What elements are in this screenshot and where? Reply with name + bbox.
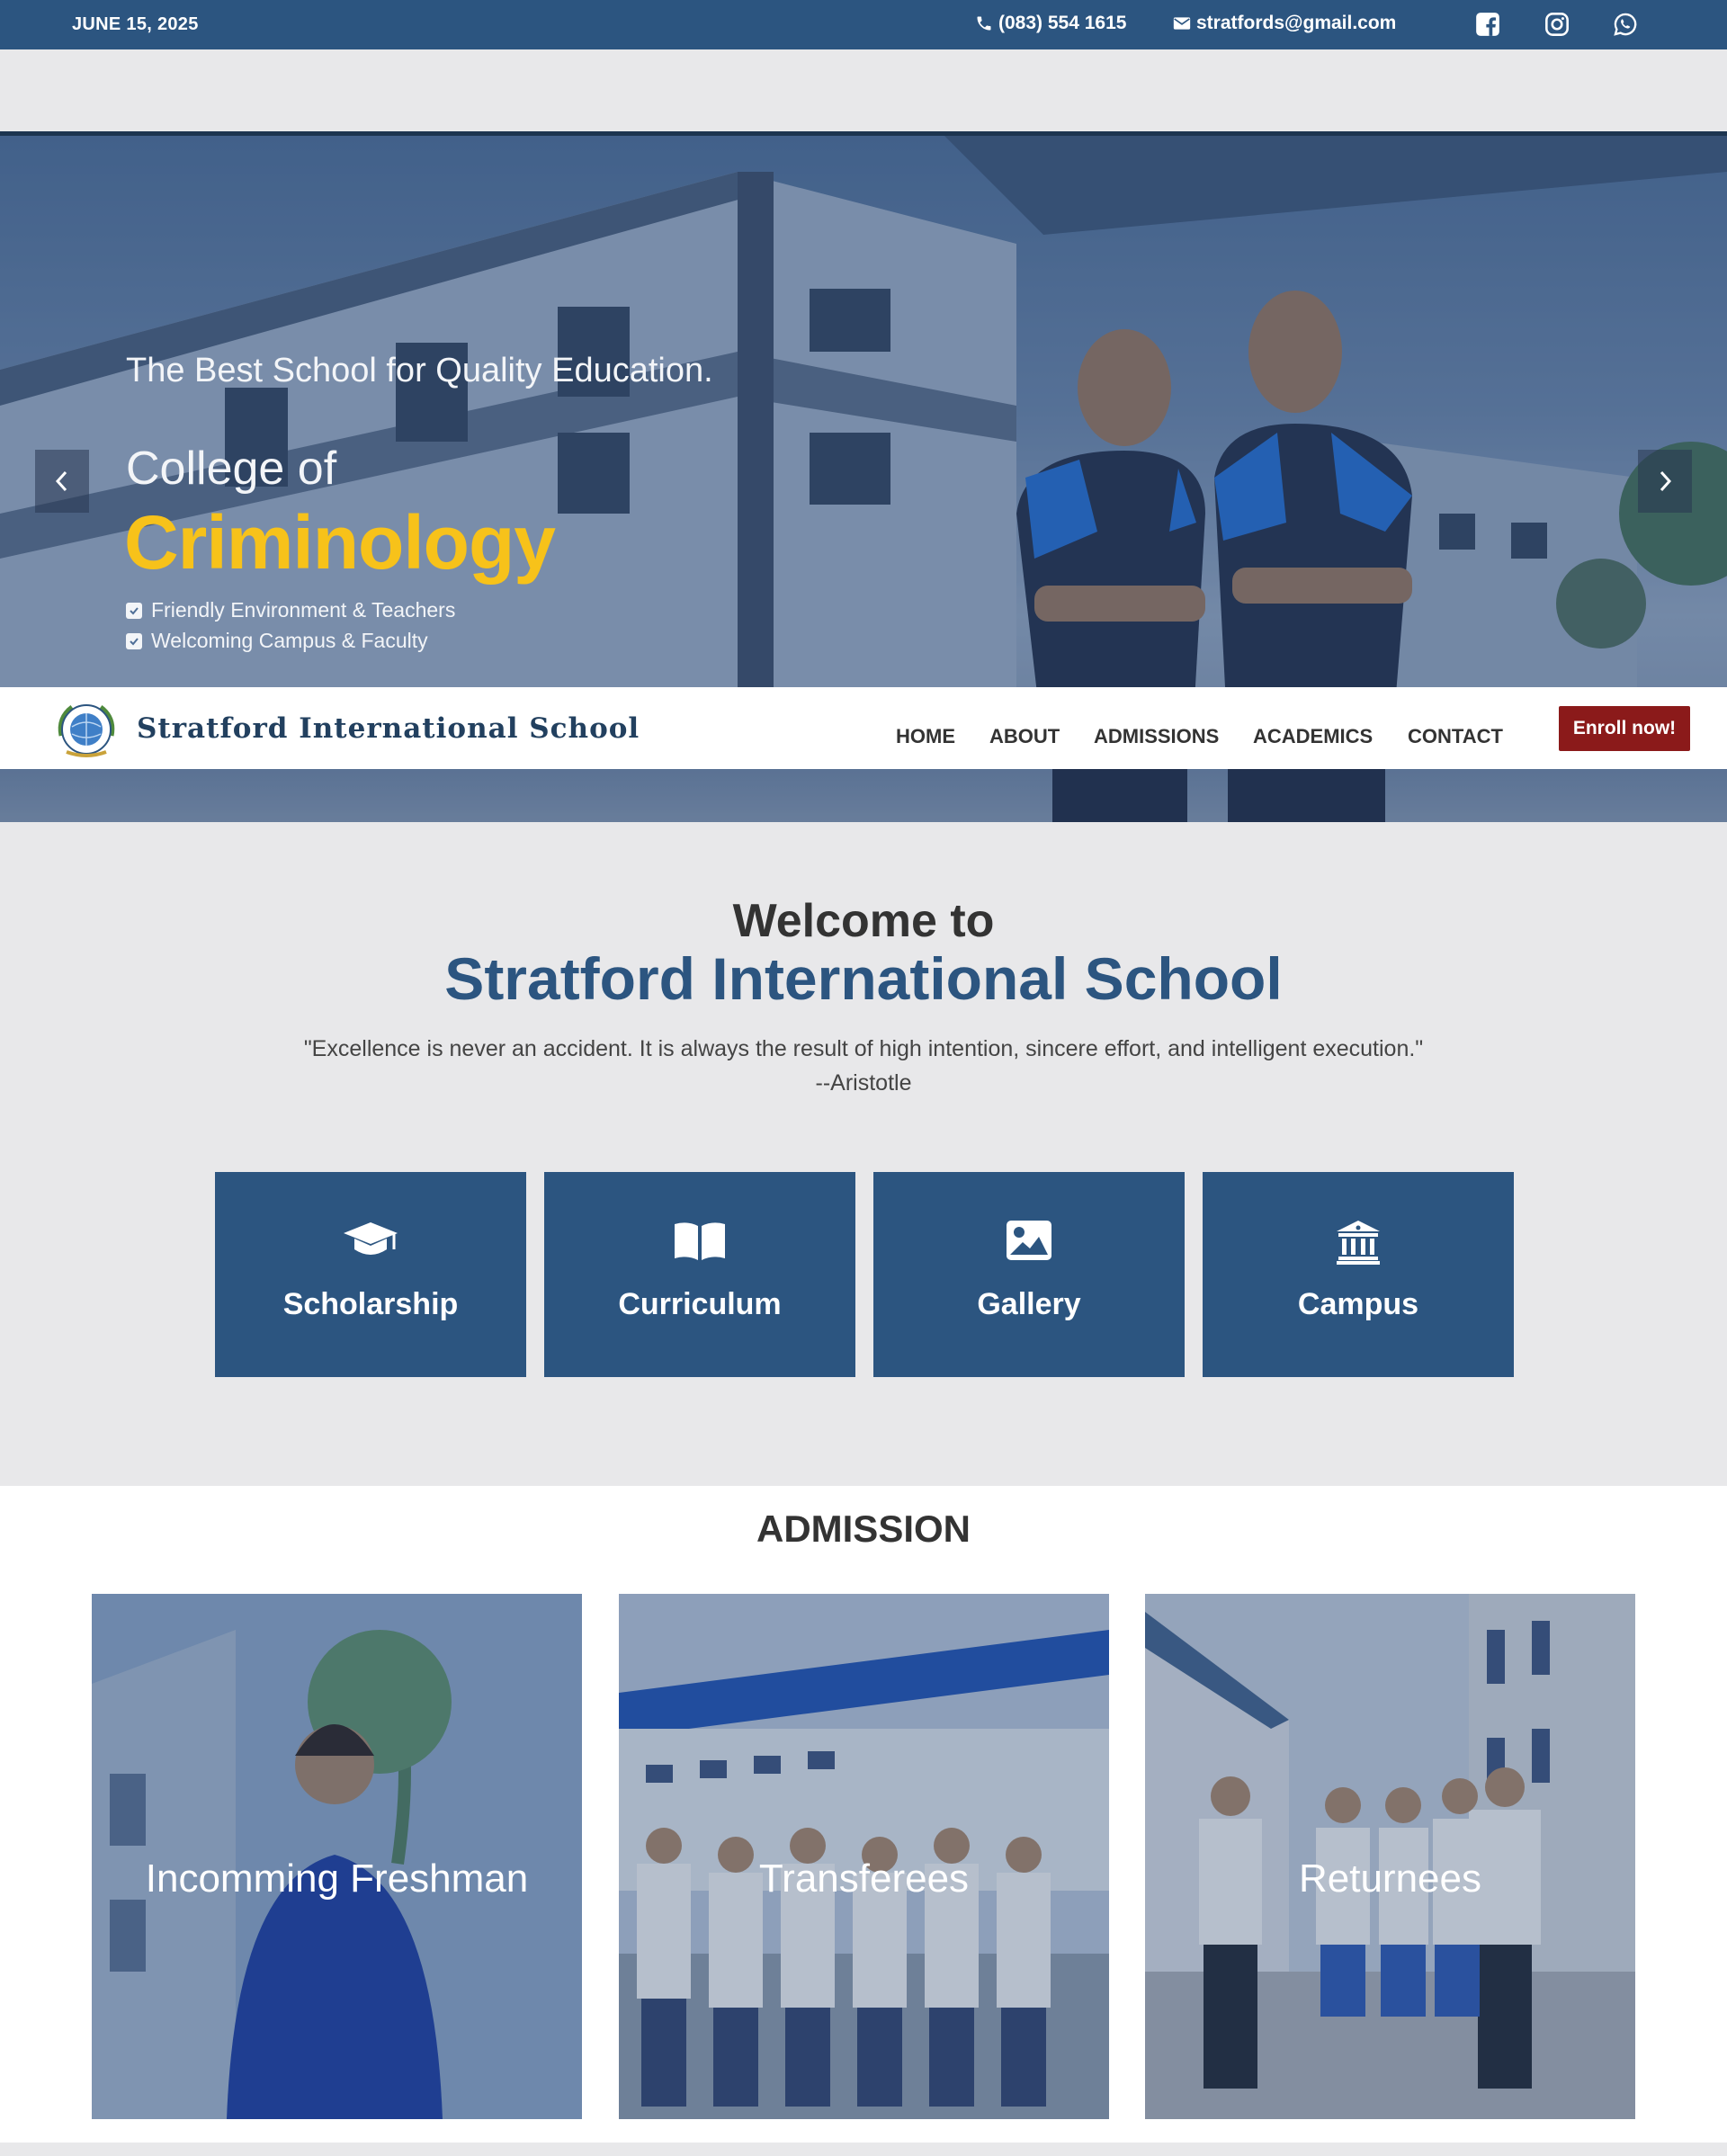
admission-card-label: Transferees (758, 1856, 970, 1901)
phone-link[interactable]: (083) 554 1615 (975, 13, 1126, 34)
phone-icon (977, 16, 991, 31)
slider-prev-button[interactable] (35, 450, 89, 513)
welcome-subtitle: Welcome to (732, 895, 995, 947)
feature-card-label: Curriculum (618, 1287, 782, 1321)
feature-card-gallery[interactable]: Gallery (873, 1172, 1185, 1377)
chevron-left-icon (55, 470, 67, 492)
header-spacer (0, 49, 1727, 131)
main-navigation: Stratford International School HOME ABOU… (0, 687, 1727, 769)
top-bar: JUNE 15, 2025 (083) 554 1615 stratfords@… (0, 0, 1727, 49)
footer-spacer (0, 2143, 1727, 2156)
nav-about[interactable]: ABOUT (989, 725, 1060, 748)
feature-card-campus[interactable]: Campus (1203, 1172, 1514, 1377)
nav-academics[interactable]: ACADEMICS (1253, 725, 1373, 748)
nav-contact[interactable]: CONTACT (1408, 725, 1503, 748)
hero-feature-item: Welcoming Campus & Faculty (126, 629, 428, 653)
phone-number: (083) 554 1615 (998, 13, 1127, 33)
email-address: stratfords@gmail.com (1196, 13, 1397, 33)
envelope-icon (1173, 17, 1191, 30)
checkbox-icon (126, 632, 142, 649)
feature-card-label: Scholarship (282, 1287, 459, 1321)
nav-admissions[interactable]: ADMISSIONS (1094, 725, 1219, 748)
admission-card-freshman[interactable]: Incomming Freshman (92, 1594, 582, 2119)
feature-card-label: Gallery (977, 1287, 1081, 1321)
admission-section: ADMISSION Incomming Freshman Transferees… (0, 1486, 1727, 2143)
school-brand-name[interactable]: Stratford International School (137, 712, 640, 745)
hero-tagline: The Best School for Quality Education. (126, 352, 713, 389)
hero-college-label: College of (126, 443, 337, 495)
chevron-right-icon (1660, 470, 1672, 492)
feature-card-scholarship[interactable]: Scholarship (215, 1172, 526, 1377)
hero-feature-item: Friendly Environment & Teachers (126, 598, 455, 622)
hero-legs-image (0, 769, 1727, 822)
current-date: JUNE 15, 2025 (72, 14, 199, 34)
admission-card-label: Returnees (1298, 1856, 1481, 1901)
welcome-title: Stratford International School (444, 945, 1283, 1012)
admission-heading: ADMISSION (756, 1507, 971, 1550)
whatsapp-icon[interactable] (1611, 10, 1640, 39)
facebook-icon[interactable] (1473, 10, 1502, 39)
hero-program-name: Criminology (124, 500, 556, 585)
instagram-icon[interactable] (1543, 10, 1571, 39)
slider-next-button[interactable] (1638, 450, 1692, 513)
admission-card-label: Incomming Freshman (145, 1856, 529, 1901)
email-link[interactable]: stratfords@gmail.com (1173, 13, 1396, 34)
hero-background-strip (0, 769, 1727, 822)
nav-home[interactable]: HOME (896, 725, 955, 748)
admission-card-transferees[interactable]: Transferees (619, 1594, 1109, 2119)
book-icon (675, 1222, 725, 1260)
hero-feature-text: Welcoming Campus & Faculty (151, 629, 428, 652)
checkbox-icon (126, 602, 142, 619)
university-icon (1337, 1221, 1380, 1265)
feature-card-curriculum[interactable]: Curriculum (544, 1172, 855, 1377)
hero-feature-text: Friendly Environment & Teachers (151, 598, 456, 622)
feature-card-label: Campus (1297, 1287, 1419, 1321)
image-icon (1007, 1221, 1051, 1260)
welcome-quote: "Excellence is never an accident. It is … (303, 1036, 1424, 1061)
school-logo[interactable] (54, 700, 119, 759)
quote-author: --Aristotle (815, 1070, 912, 1096)
admission-card-returnees[interactable]: Returnees (1145, 1594, 1635, 2119)
enroll-now-button[interactable]: Enroll now! (1559, 706, 1690, 751)
graduation-cap-icon (344, 1222, 398, 1255)
